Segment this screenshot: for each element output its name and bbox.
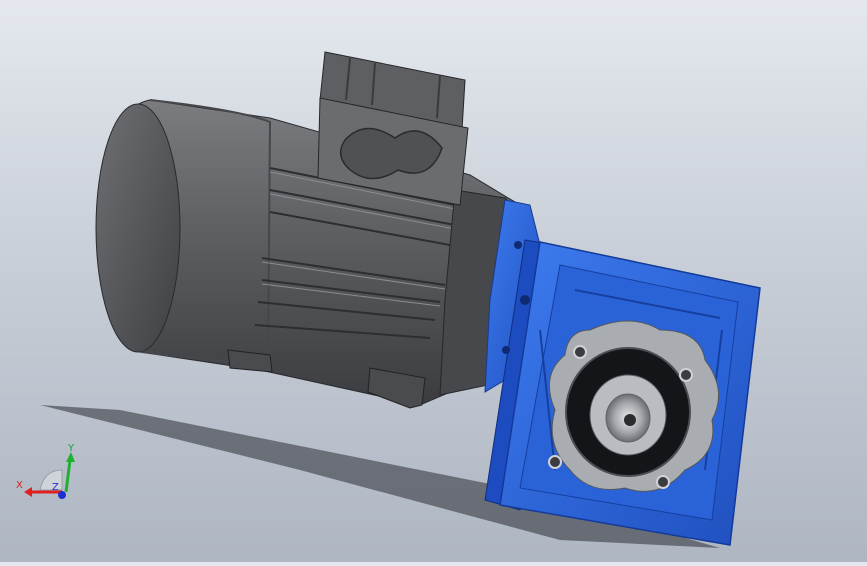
triad-graphic: X Y Z — [16, 443, 75, 499]
y-axis-label: Y — [67, 443, 75, 454]
x-axis-label: X — [16, 480, 23, 491]
graphics-viewport[interactable]: X Y Z — [0, 0, 867, 562]
model-view[interactable] — [0, 0, 867, 562]
z-axis-dot — [58, 491, 66, 499]
shaft-center-hole — [624, 414, 636, 426]
z-axis-label: Z — [52, 482, 59, 493]
terminal-box[interactable] — [317, 51, 469, 206]
y-axis-arrow — [64, 459, 72, 493]
motor-end-cap — [95, 103, 181, 353]
coordinate-triad: X Y Z — [10, 440, 90, 510]
x-axis-arrowhead — [24, 487, 32, 497]
worm-gearbox[interactable] — [484, 199, 761, 546]
